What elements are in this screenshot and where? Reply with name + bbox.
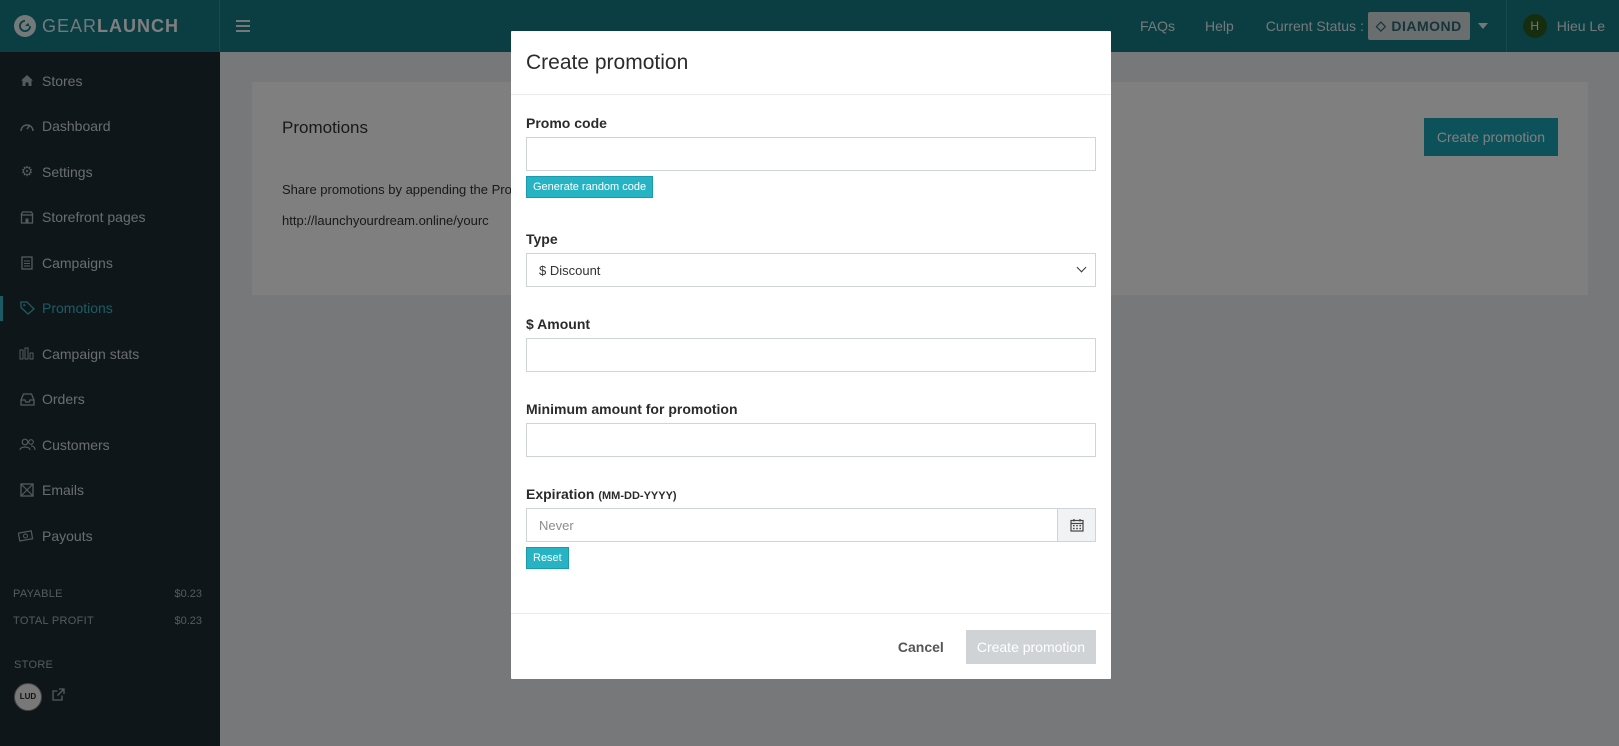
type-select[interactable]: $ Discount [526,253,1096,287]
promo-code-label: Promo code [526,115,607,131]
modal-title: Create promotion [526,50,689,74]
modal-header: Create promotion [511,31,1111,95]
generate-random-code-button[interactable]: Generate random code [526,176,654,198]
minimum-amount-input[interactable] [526,423,1096,457]
reset-expiration-button[interactable]: Reset [526,547,569,569]
cancel-button[interactable]: Cancel [898,639,944,655]
type-label: Type [526,231,558,247]
modal-footer: Cancel Create promotion [511,613,1111,679]
calendar-icon[interactable] [1058,508,1096,542]
submit-create-promotion-button[interactable]: Create promotion [965,629,1096,664]
modal-body: Promo code Generate random code Type $ D… [511,95,1111,613]
chevron-down-icon [1076,262,1087,273]
amount-label: $ Amount [526,316,591,332]
amount-input[interactable] [526,338,1096,372]
minimum-amount-label: Minimum amount for promotion [526,401,738,417]
expiration-label: Expiration (MM-DD-YYYY) [526,486,677,502]
type-selected-value: $ Discount [539,262,601,278]
promo-code-input[interactable] [526,137,1096,171]
expiration-input[interactable]: Never [526,508,1058,542]
expiration-label-text: Expiration [526,486,595,502]
expiration-format-hint: (MM-DD-YYYY) [598,490,677,502]
create-promotion-modal: Create promotion Promo code Generate ran… [511,31,1111,679]
expiration-date-group: Never [526,508,1096,542]
